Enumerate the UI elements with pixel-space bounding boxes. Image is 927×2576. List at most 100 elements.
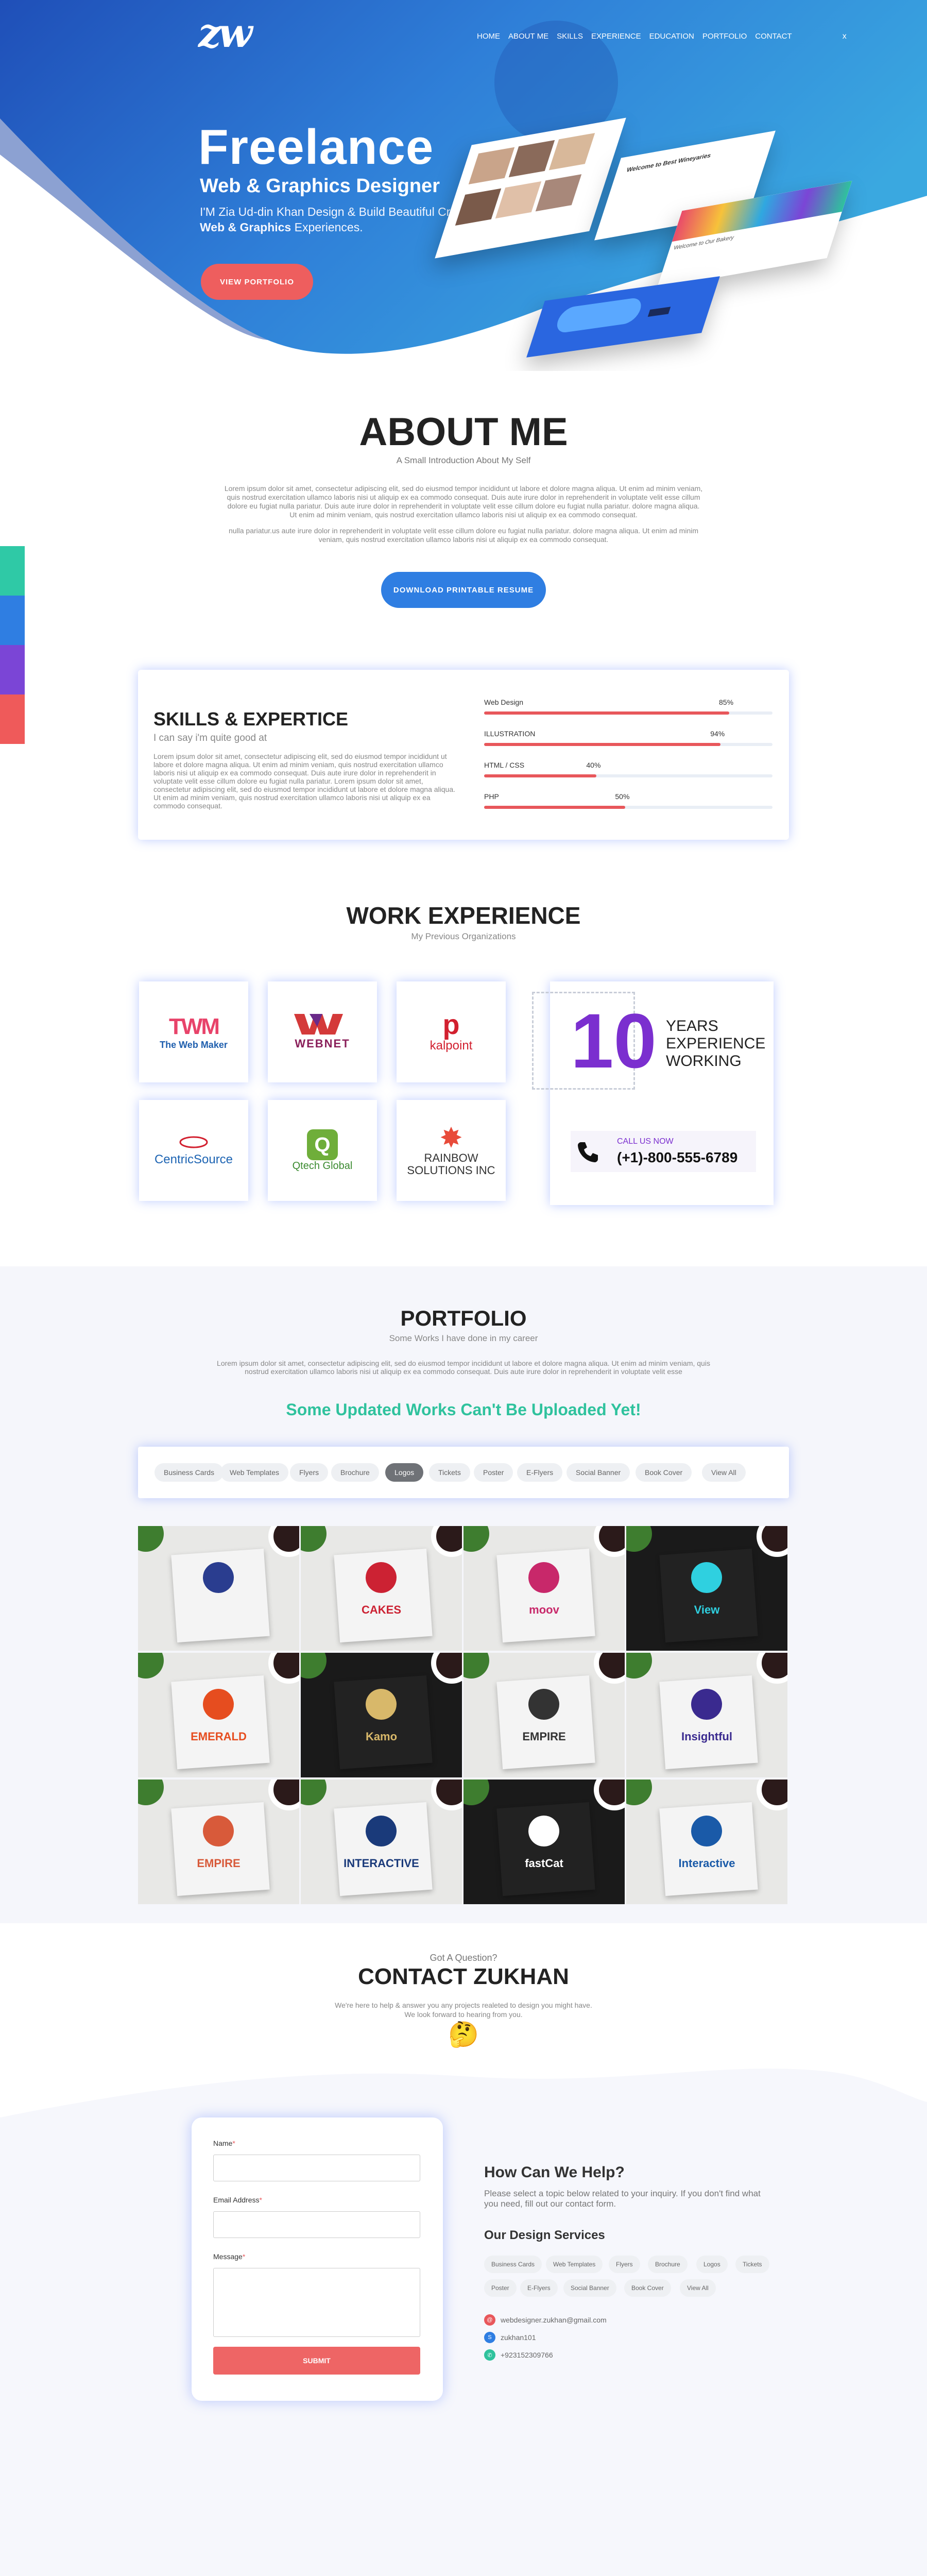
company-centricsource[interactable]: CentricSource: [139, 1100, 248, 1201]
portfolio-tile[interactable]: Kamo: [301, 1653, 462, 1777]
filter-view-all[interactable]: View All: [702, 1463, 746, 1482]
contact-title: CONTACT ZUKHAN: [358, 1964, 569, 1989]
portfolio-tile[interactable]: EMERALD: [138, 1653, 299, 1777]
company-name: Qtech Global: [292, 1160, 353, 1172]
filter-web-templates[interactable]: Web Templates: [220, 1463, 288, 1482]
portfolio-tile[interactable]: View: [626, 1526, 787, 1651]
portfolio-tile[interactable]: Interactive: [626, 1780, 787, 1904]
message-textarea[interactable]: [213, 2268, 420, 2337]
nav-skills[interactable]: SKILLS: [553, 32, 587, 41]
view-portfolio-button[interactable]: VIEW PORTFOLIO: [201, 264, 313, 300]
contact-email-row[interactable]: @ webdesigner.zukhan@gmail.com: [484, 2314, 607, 2326]
company-rainbow-solutions[interactable]: ✸ RAINBOW SOLUTIONS INC: [397, 1100, 506, 1201]
nav-home[interactable]: HOME: [473, 32, 504, 41]
phone-number[interactable]: (+1)-800-555-6789: [617, 1149, 737, 1166]
portfolio-tile[interactable]: Insightful: [626, 1653, 787, 1777]
contact-whatsapp[interactable]: +923152309766: [501, 2351, 553, 2359]
portfolio-tile[interactable]: CAKES: [301, 1526, 462, 1651]
site-logo[interactable]: zw: [198, 13, 252, 54]
message-label: Message*: [213, 2252, 245, 2261]
service-tickets[interactable]: Tickets: [735, 2256, 769, 2273]
filter-flyers[interactable]: Flyers: [290, 1463, 329, 1482]
portfolio-tile[interactable]: EMPIRE: [464, 1653, 625, 1777]
download-resume-button[interactable]: DOWNLOAD PRINTABLE RESUME: [381, 572, 546, 608]
about-subtitle: A Small Introduction About My Self: [396, 455, 531, 465]
skill-fill: [484, 806, 626, 809]
skill-track: [484, 711, 772, 715]
contact-skype-row[interactable]: S zukhan101: [484, 2332, 536, 2343]
skill-track: [484, 806, 772, 809]
portfolio-tile[interactable]: EMPIRE: [138, 1780, 299, 1904]
nav-experience[interactable]: EXPERIENCE: [587, 32, 645, 41]
service-logos[interactable]: Logos: [696, 2256, 728, 2273]
company-qtech-global[interactable]: Q Qtech Global: [268, 1100, 377, 1201]
filter-logos[interactable]: Logos: [385, 1463, 424, 1482]
skill-track: [484, 743, 772, 746]
nav-portfolio[interactable]: PORTFOLIO: [698, 32, 751, 41]
service-web-templates[interactable]: Web Templates: [546, 2256, 603, 2273]
email-label: Email Address*: [213, 2196, 262, 2204]
filter-e-flyers[interactable]: E-Flyers: [517, 1463, 563, 1482]
service-view-all[interactable]: View All: [680, 2279, 716, 2297]
coffee-cup-decoration: [268, 1780, 299, 1810]
nav-contact[interactable]: CONTACT: [751, 32, 796, 41]
side-bar-teal[interactable]: [0, 546, 25, 596]
required-mark: *: [259, 2196, 262, 2204]
close-icon[interactable]: x: [843, 32, 847, 41]
brand-name: moov: [529, 1603, 559, 1616]
contact-skype[interactable]: zukhan101: [501, 2333, 536, 2342]
skill-name: ILLUSTRATION: [484, 730, 536, 738]
whatsapp-icon: ✆: [484, 2349, 495, 2361]
webnet-logo-icon: [294, 1013, 343, 1035]
filter-brochure[interactable]: Brochure: [331, 1463, 379, 1482]
portfolio-tile[interactable]: INTERACTIVE: [301, 1780, 462, 1904]
about-paragraph-1: Lorem ipsum dolor sit amet, consectetur …: [224, 484, 703, 519]
service-e-flyers[interactable]: E-Flyers: [520, 2279, 558, 2297]
company-kalpoint[interactable]: p kalpoint: [397, 981, 506, 1082]
service-business-cards[interactable]: Business Cards: [484, 2256, 542, 2273]
service-brochure[interactable]: Brochure: [648, 2256, 688, 2273]
email-input[interactable]: [213, 2211, 420, 2238]
side-bar-red[interactable]: [0, 694, 25, 744]
company-the-web-maker[interactable]: TWM The Web Maker: [139, 981, 248, 1082]
coffee-cup-decoration: [757, 1526, 787, 1557]
service-social-banner[interactable]: Social Banner: [563, 2279, 616, 2297]
company-webnet[interactable]: WEBNET: [268, 981, 377, 1082]
name-input[interactable]: [213, 2155, 420, 2181]
skill-percent: 50%: [615, 792, 630, 801]
brand-name: CAKES: [361, 1603, 401, 1616]
filter-social-banner[interactable]: Social Banner: [566, 1463, 630, 1482]
portfolio-filter-bar: Business Cards Web Templates Flyers Broc…: [138, 1447, 789, 1498]
portfolio-tile[interactable]: moov: [464, 1526, 625, 1651]
nav-education[interactable]: EDUCATION: [645, 32, 698, 41]
portfolio-tile[interactable]: fastCat: [464, 1780, 625, 1904]
skill-track: [484, 774, 772, 777]
experience-years-card: 10 YEARS EXPERIENCE WORKING CALL US NOW …: [532, 981, 774, 1205]
filter-poster[interactable]: Poster: [474, 1463, 513, 1482]
plant-decoration: [138, 1780, 164, 1805]
submit-button[interactable]: SUBMIT: [213, 2347, 420, 2375]
contact-whatsapp-row[interactable]: ✆ +923152309766: [484, 2349, 553, 2361]
nav-about-me[interactable]: ABOUT ME: [504, 32, 553, 41]
hero-tagline-line-1: I'M Zia Ud-din Khan Design & Build Beaut…: [200, 205, 477, 218]
hero-tagline-bold: Web & Graphics: [200, 221, 291, 234]
filter-book-cover[interactable]: Book Cover: [636, 1463, 692, 1482]
side-bar-blue[interactable]: [0, 596, 25, 645]
years-number: 10: [571, 997, 657, 1084]
years-label-line-1: YEARS: [666, 1018, 718, 1035]
centricsource-swoosh-icon: [179, 1136, 208, 1148]
brand-name: EMPIRE: [197, 1857, 241, 1870]
service-flyers[interactable]: Flyers: [609, 2256, 640, 2273]
email-icon: @: [484, 2314, 495, 2326]
years-label-line-3: WORKING: [666, 1053, 742, 1070]
filter-business-cards[interactable]: Business Cards: [154, 1463, 224, 1482]
portfolio-tile[interactable]: [138, 1526, 299, 1651]
side-bar-purple[interactable]: [0, 645, 25, 694]
filter-tickets[interactable]: Tickets: [429, 1463, 470, 1482]
service-poster[interactable]: Poster: [484, 2279, 517, 2297]
contact-email[interactable]: webdesigner.zukhan@gmail.com: [501, 2316, 607, 2324]
service-book-cover[interactable]: Book Cover: [624, 2279, 671, 2297]
call-box[interactable]: CALL US NOW (+1)-800-555-6789: [571, 1131, 756, 1172]
coffee-cup-decoration: [757, 1653, 787, 1684]
rainbow-star-icon: ✸: [439, 1123, 463, 1154]
